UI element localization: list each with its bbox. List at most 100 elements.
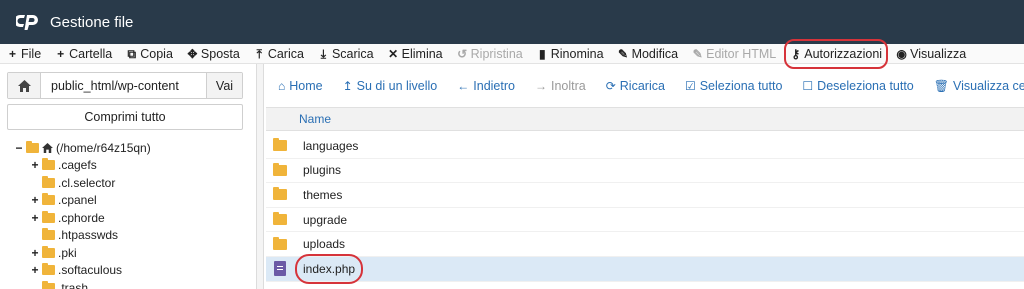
toolbar-label: Copia [140, 46, 173, 61]
folder-icon [273, 162, 287, 176]
key-icon: ⚷ [791, 46, 801, 61]
restore-icon: ↺ [457, 46, 468, 61]
toolbar-label: Sposta [200, 46, 240, 61]
html-editor-icon: ✎ [692, 46, 703, 61]
nav-button-deseleziona-tutto[interactable]: ☐ Deseleziona tutto [802, 79, 913, 93]
tree-item-label: .cphorde [58, 210, 105, 225]
toolbar-label: Rinomina [550, 46, 604, 61]
expand-toggle-icon[interactable]: + [30, 246, 40, 260]
column-header-name[interactable]: Name [299, 112, 331, 126]
expand-toggle-icon[interactable]: + [30, 193, 40, 207]
folder-tree: − (/home/r64z15qn) + .cagefs .cl.selector +… [14, 139, 254, 289]
tree-item-label: .trash [58, 280, 89, 289]
folder-icon [273, 187, 287, 201]
file-icon [274, 261, 286, 277]
toolbar-button-scarica[interactable]: ⤓ Scarica [318, 45, 374, 63]
home-icon: ⌂ [278, 78, 286, 93]
nav-button-indietro[interactable]: ← Indietro [457, 79, 515, 93]
plus-icon: + [8, 46, 16, 61]
checkbox-checked-icon: ☑ [684, 78, 696, 93]
nav-label: Indietro [473, 78, 515, 93]
folder-icon [42, 175, 55, 188]
toolbar-label: Visualizza [910, 46, 967, 61]
toolbar-button-file[interactable]: + File [7, 45, 41, 63]
toolbar-button-modifica[interactable]: ✎ Modifica [618, 45, 679, 63]
nav-button-seleziona-tutto[interactable]: ☑ Seleziona tutto [685, 79, 782, 93]
folder-icon [42, 158, 55, 171]
reload-icon: ⟳ [605, 78, 616, 93]
path-input[interactable] [41, 73, 206, 98]
nav-label: Seleziona tutto [699, 78, 783, 93]
eye-icon: ◉ [896, 46, 907, 61]
left-panel: Vai Comprimi tutto − (/home/r64z15qn) +.… [0, 64, 256, 289]
home-icon [17, 79, 31, 92]
tree-item[interactable]: + .cpanel [14, 192, 254, 210]
nav-button-visualizza-cestino[interactable]: 🗑 Visualizza cestino [934, 79, 1024, 93]
tree-item[interactable]: + .softaculous [14, 262, 254, 280]
tree-item[interactable]: + .cagefs [14, 157, 254, 175]
plus-icon: + [57, 46, 65, 61]
toolbar-label: Cartella [69, 46, 113, 61]
folder-icon [273, 138, 287, 152]
folder-icon [42, 228, 55, 241]
toolbar-button-carica[interactable]: ⤒ Carica [254, 45, 304, 63]
toolbar-label: Modifica [631, 46, 679, 61]
tree-item[interactable]: .trash [14, 279, 254, 289]
table-row[interactable]: uploads [266, 232, 1024, 257]
path-bar: Vai [7, 72, 243, 99]
toolbar-label: Editor HTML [706, 46, 777, 61]
toolbar-button-copia[interactable]: ⧉ Copia [126, 45, 173, 63]
collapse-all-button[interactable]: Comprimi tutto [7, 104, 243, 130]
toolbar-button-elimina[interactable]: ✕ Elimina [388, 45, 443, 63]
table-row[interactable]: upgrade [266, 208, 1024, 233]
table-row[interactable]: themes [266, 183, 1024, 208]
toolbar-button-ripristina[interactable]: ↺ Ripristina [457, 45, 523, 63]
toolbar-label: Carica [267, 46, 304, 61]
edit-icon: ✎ [618, 46, 629, 61]
tree-item[interactable]: + .cphorde [14, 209, 254, 227]
tree-item-label: .cagefs [58, 158, 97, 173]
tree-item[interactable]: .cl.selector [14, 174, 254, 192]
tree-item[interactable]: + .pki [14, 244, 254, 262]
toolbar-button-visualizza[interactable]: ◉ Visualizza [896, 45, 966, 63]
table-row[interactable]: index.php [266, 253, 1024, 284]
navigation-bar: ⌂ Home ↥ Su di un livello ← Indietro → Inoltra ⟳… [266, 64, 1024, 108]
toolbar-button-rinomina[interactable]: ▮ Rinomina [537, 45, 604, 63]
go-button[interactable]: Vai [206, 73, 242, 98]
tree-item-label: .cpanel [58, 193, 97, 208]
app-title: Gestione file [50, 13, 134, 31]
nav-button-inoltra[interactable]: → Inoltra [535, 79, 586, 93]
file-name: index.php [294, 253, 364, 284]
table-row[interactable]: languages [266, 134, 1024, 159]
home-button[interactable] [8, 73, 41, 98]
file-list: languages plugins themes upgrade uploads inde… [266, 134, 1024, 284]
back-icon: ← [457, 78, 470, 93]
right-panel: ⌂ Home ↥ Su di un livello ← Indietro → Inoltra ⟳… [266, 64, 1024, 289]
toolbar-button-cartella[interactable]: + Cartella [55, 45, 112, 63]
table-row[interactable]: plugins [266, 159, 1024, 184]
panel-splitter[interactable] [256, 64, 264, 289]
file-name: languages [303, 138, 359, 153]
folder-icon [273, 212, 287, 226]
cpanel-logo-icon[interactable] [16, 10, 40, 34]
collapse-toggle-icon[interactable]: − [14, 141, 24, 155]
toolbar-button-autorizzazioni[interactable]: ⚷ Autorizzazioni [784, 38, 889, 69]
copy-icon: ⧉ [127, 46, 137, 61]
toolbar-label: Scarica [331, 46, 374, 61]
toolbar-button-editor-html[interactable]: ✎ Editor HTML [692, 45, 777, 63]
expand-toggle-icon[interactable]: + [30, 263, 40, 277]
folder-icon [42, 193, 55, 206]
nav-button-ricarica[interactable]: ⟳ Ricarica [606, 79, 665, 93]
tree-item[interactable]: .htpasswds [14, 227, 254, 245]
tree-item-label: .pki [58, 245, 77, 260]
file-name: themes [303, 187, 343, 202]
file-name: uploads [303, 237, 346, 252]
expand-toggle-icon[interactable]: + [30, 158, 40, 172]
expand-toggle-icon[interactable]: + [30, 211, 40, 225]
nav-button-home[interactable]: ⌂ Home [278, 79, 323, 93]
nav-button-su-di-un-livello[interactable]: ↥ Su di un livello [343, 79, 438, 93]
tree-root[interactable]: − (/home/r64z15qn) [14, 139, 254, 157]
toolbar-button-sposta[interactable]: ✥ Sposta [187, 45, 240, 63]
folder-icon [26, 140, 39, 153]
tree-item-label: .cl.selector [58, 175, 116, 190]
